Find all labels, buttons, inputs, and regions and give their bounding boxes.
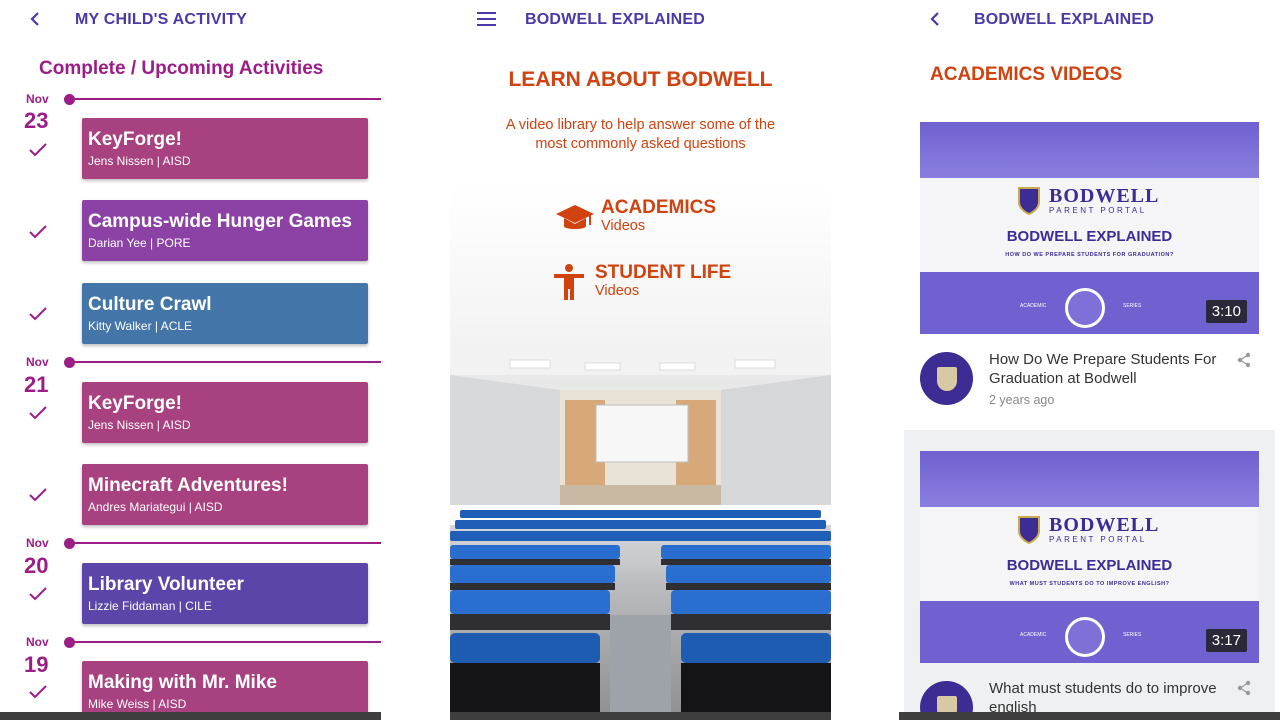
video-duration: 3:10 bbox=[1205, 300, 1247, 323]
bodwell-explained-screen: BODWELL EXPLAINED LEARN ABOUT BODWELL A … bbox=[450, 0, 831, 720]
option-subtitle: Videos bbox=[595, 283, 640, 299]
activity-subtitle: Jens Nissen | AISD bbox=[88, 154, 191, 168]
activity-title: KeyForge! bbox=[88, 393, 182, 414]
page-title: BODWELL EXPLAINED bbox=[974, 11, 1155, 28]
activity-title: Minecraft Adventures! bbox=[88, 475, 288, 496]
activity-title: Campus-wide Hunger Games bbox=[88, 211, 352, 232]
activity-subtitle: Mike Weiss | AISD bbox=[88, 697, 187, 711]
bodwell-logo: BODWELL PARENT PORTAL bbox=[1015, 513, 1159, 545]
date-month: Nov bbox=[26, 635, 49, 649]
timeline-line bbox=[70, 641, 381, 643]
share-icon[interactable] bbox=[1236, 680, 1252, 696]
option-title: ACADEMICS bbox=[601, 197, 717, 218]
share-icon[interactable] bbox=[1236, 352, 1252, 368]
intro-text: A video library to help answer some of t… bbox=[505, 117, 776, 152]
date-month: Nov bbox=[26, 355, 49, 369]
graduation-cap-icon bbox=[555, 197, 595, 237]
timeline-line bbox=[70, 542, 381, 544]
system-nav-bar bbox=[0, 712, 381, 720]
option-title: STUDENT LIFE bbox=[595, 262, 732, 283]
section-title: Complete / Upcoming Activities bbox=[39, 58, 324, 79]
activity-screen: MY CHILD'S ACTIVITY Complete / Upcoming … bbox=[0, 0, 381, 720]
activity-card[interactable]: Culture Crawl Kitty Walker | ACLE bbox=[82, 283, 368, 344]
menu-icon[interactable] bbox=[477, 12, 496, 27]
video-title[interactable]: How Do We Prepare Students For Graduatio… bbox=[989, 350, 1219, 388]
activity-title: Making with Mr. Mike bbox=[88, 672, 277, 693]
building-icon bbox=[1065, 617, 1105, 657]
activity-subtitle: Lizzie Fiddaman | CILE bbox=[88, 599, 212, 613]
check-icon bbox=[28, 142, 48, 158]
back-icon[interactable] bbox=[28, 10, 42, 28]
check-icon bbox=[28, 405, 48, 421]
date-month: Nov bbox=[26, 92, 49, 106]
heading: LEARN ABOUT BODWELL bbox=[508, 68, 773, 91]
back-icon[interactable] bbox=[928, 10, 942, 28]
building-icon bbox=[1065, 288, 1105, 328]
page-title: BODWELL EXPLAINED bbox=[525, 11, 706, 28]
activity-card[interactable]: KeyForge! Jens Nissen | AISD bbox=[82, 118, 368, 179]
timeline-line bbox=[70, 361, 381, 363]
academics-videos-screen: BODWELL EXPLAINED ACADEMICS VIDEOS BODWE… bbox=[899, 0, 1280, 720]
header: BODWELL EXPLAINED bbox=[899, 0, 1280, 40]
activity-title: KeyForge! bbox=[88, 129, 182, 150]
check-icon bbox=[28, 224, 48, 240]
video-duration: 3:17 bbox=[1205, 629, 1247, 652]
check-icon bbox=[28, 487, 48, 503]
option-subtitle: Videos bbox=[601, 218, 646, 234]
video-thumbnail[interactable]: BODWELL PARENT PORTAL BODWELL EXPLAINED … bbox=[920, 451, 1259, 663]
video-thumbnail[interactable]: BODWELL PARENT PORTAL BODWELL EXPLAINED … bbox=[920, 122, 1259, 334]
heading: ACADEMICS VIDEOS bbox=[930, 64, 1123, 85]
video-age: 2 years ago bbox=[989, 393, 1055, 407]
date-day: 21 bbox=[24, 372, 49, 397]
student-life-option[interactable]: STUDENT LIFE Videos bbox=[549, 262, 731, 302]
system-nav-bar bbox=[899, 712, 1280, 720]
activity-card[interactable]: Minecraft Adventures! Andres Mariategui … bbox=[82, 464, 368, 525]
check-icon bbox=[28, 306, 48, 322]
date-day: 19 bbox=[24, 652, 49, 677]
page-title: MY CHILD'S ACTIVITY bbox=[75, 11, 248, 28]
timeline-line bbox=[70, 98, 381, 100]
activity-card[interactable]: KeyForge! Jens Nissen | AISD bbox=[82, 382, 368, 443]
bodwell-logo: BODWELL PARENT PORTAL bbox=[1015, 184, 1159, 216]
date-day: 20 bbox=[24, 553, 49, 578]
header: MY CHILD'S ACTIVITY bbox=[0, 0, 381, 40]
activity-title: Culture Crawl bbox=[88, 294, 212, 315]
activity-card[interactable]: Campus-wide Hunger Games Darian Yee | PO… bbox=[82, 200, 368, 261]
check-icon bbox=[28, 586, 48, 602]
date-day: 23 bbox=[24, 108, 49, 133]
date-month: Nov bbox=[26, 536, 49, 550]
person-icon bbox=[549, 262, 589, 302]
system-nav-bar bbox=[450, 712, 831, 720]
activity-subtitle: Jens Nissen | AISD bbox=[88, 418, 191, 432]
activity-subtitle: Andres Mariategui | AISD bbox=[88, 500, 223, 514]
activity-subtitle: Kitty Walker | ACLE bbox=[88, 319, 193, 333]
academics-option[interactable]: ACADEMICS Videos bbox=[555, 197, 716, 237]
check-icon bbox=[28, 684, 48, 700]
activity-title: Library Volunteer bbox=[88, 574, 244, 595]
channel-avatar[interactable] bbox=[920, 352, 973, 405]
activity-subtitle: Darian Yee | PORE bbox=[88, 236, 191, 250]
activity-card[interactable]: Library Volunteer Lizzie Fiddaman | CILE bbox=[82, 563, 368, 624]
header: BODWELL EXPLAINED bbox=[450, 0, 831, 40]
